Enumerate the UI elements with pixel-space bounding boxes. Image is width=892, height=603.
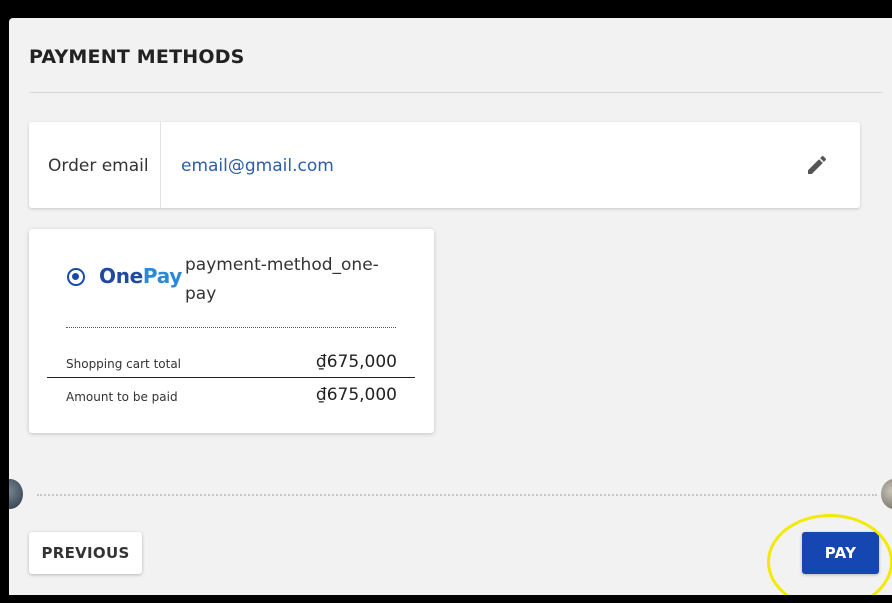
progress-dotted-line [37, 494, 877, 496]
title-divider [29, 92, 883, 93]
payment-method-card: OnePay payment-method_one-pay Shopping c… [29, 229, 434, 433]
order-email-card: Order email email@gmail.com [29, 122, 860, 208]
order-email-label: Order email [48, 156, 149, 176]
payment-panel: PAYMENT METHODS Order email email@gmail.… [9, 18, 892, 595]
pencil-icon [808, 155, 827, 174]
shopping-cart-total-label: Shopping cart total [66, 357, 182, 371]
onepay-logo-one: One [99, 264, 143, 288]
amount-to-be-paid-value: ₫675,000 [315, 385, 397, 405]
payment-method-name: payment-method_one-pay [185, 255, 379, 304]
amount-to-be-paid-row: Amount to be paid ₫675,000 [66, 385, 397, 405]
edit-email-button[interactable] [805, 153, 829, 177]
onepay-logo-pay: Pay [142, 264, 183, 288]
previous-button[interactable]: PREVIOUS [29, 532, 142, 574]
onepay-logo: OnePay [99, 264, 182, 288]
shopping-cart-total-value: ₫675,000 [315, 352, 397, 372]
order-email-divider [160, 122, 161, 208]
amount-to-be-paid-label: Amount to be paid [66, 390, 178, 404]
page-title: PAYMENT METHODS [29, 46, 245, 68]
totals-divider [47, 377, 415, 378]
radio-selected-dot [72, 273, 79, 280]
order-email-value: email@gmail.com [181, 156, 334, 176]
payment-method-radio[interactable] [67, 268, 85, 286]
dotted-divider [66, 327, 396, 328]
pay-button[interactable]: PAY [802, 532, 879, 574]
shopping-cart-total-row: Shopping cart total ₫675,000 [66, 352, 397, 372]
right-edge-decoration [881, 479, 892, 509]
screen-frame: PAYMENT METHODS Order email email@gmail.… [0, 0, 892, 603]
left-edge-decoration [9, 479, 23, 509]
